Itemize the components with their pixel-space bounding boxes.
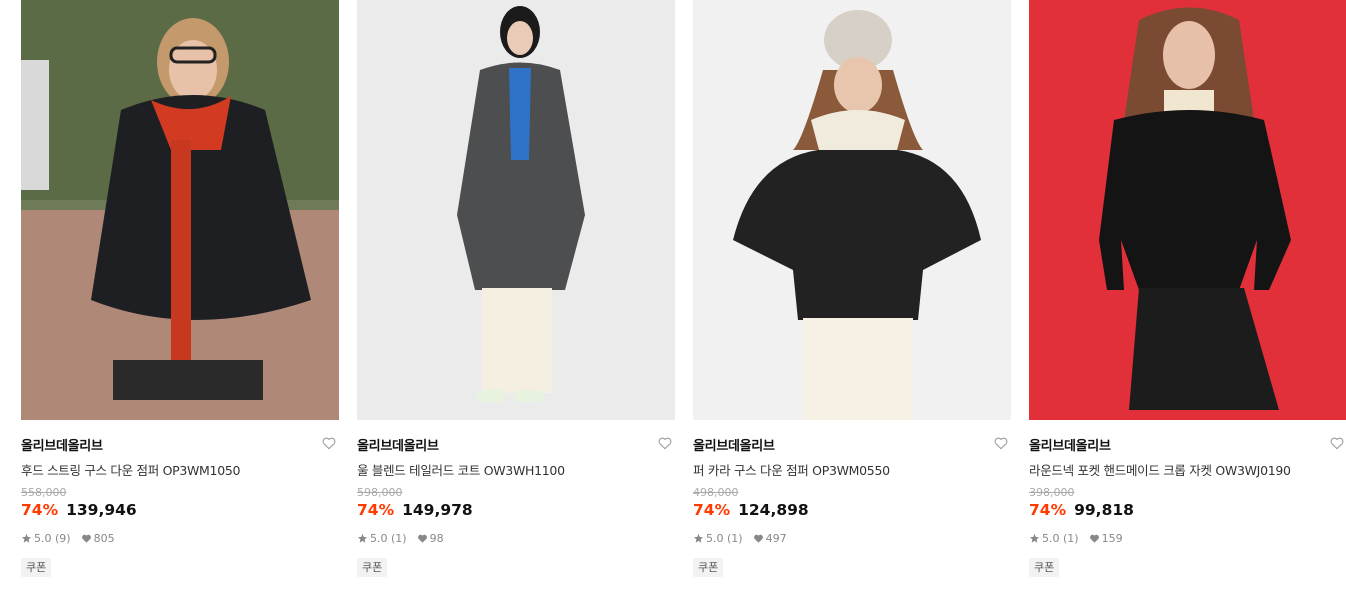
rating: 5.0 (1)	[706, 532, 743, 545]
rating: 5.0 (1)	[1042, 532, 1079, 545]
star-icon	[357, 533, 368, 543]
brand-name[interactable]: 올리브데올리브	[1029, 435, 1111, 454]
like-count: 805	[93, 532, 115, 545]
original-price: 398,000	[1029, 486, 1075, 499]
star-icon	[1029, 533, 1040, 543]
coupon-badge: 쿠폰	[693, 558, 724, 577]
product-grid: 올리브데올리브 후드 스트링 구스 다운 점퍼 OP3WM1050 558,00…	[21, 0, 1346, 590]
review-meta: 5.0 (1) 98	[357, 532, 444, 545]
discount-rate: 74%	[1029, 501, 1067, 519]
original-price: 558,000	[21, 486, 67, 499]
heart-outline-icon[interactable]	[321, 435, 337, 451]
review-meta: 5.0 (9) 805	[21, 532, 115, 545]
like-count: 98	[429, 532, 444, 545]
original-price: 598,000	[357, 486, 403, 499]
product-photo-fur-collar-jacket	[693, 0, 1011, 420]
star-icon	[693, 533, 704, 543]
product-photo-cropped-jacket	[1029, 0, 1346, 420]
like-count: 497	[765, 532, 787, 545]
heart-filled-icon	[81, 534, 91, 543]
heart-filled-icon	[753, 534, 763, 543]
price-row: 74% 139,946	[21, 501, 137, 519]
brand-name[interactable]: 올리브데올리브	[357, 435, 439, 454]
product-image[interactable]	[1029, 0, 1346, 420]
coupon-badge: 쿠폰	[1029, 558, 1060, 577]
coupon-badge: 쿠폰	[357, 558, 388, 577]
product-image[interactable]	[693, 0, 1011, 420]
product-card[interactable]: 올리브데올리브 라운드넥 포켓 핸드메이드 크롭 자켓 OW3WJ0190 39…	[1029, 0, 1346, 590]
product-name[interactable]: 후드 스트링 구스 다운 점퍼 OP3WM1050	[21, 460, 240, 479]
product-name[interactable]: 퍼 카라 구스 다운 점퍼 OP3WM0550	[693, 460, 890, 479]
product-card[interactable]: 올리브데올리브 퍼 카라 구스 다운 점퍼 OP3WM0550 498,000 …	[693, 0, 1011, 590]
review-meta: 5.0 (1) 159	[1029, 532, 1123, 545]
product-photo-tailored-coat	[357, 0, 675, 420]
discount-rate: 74%	[21, 501, 59, 519]
product-card[interactable]: 올리브데올리브 울 블렌드 테일러드 코트 OW3WH1100 598,000 …	[357, 0, 675, 590]
price-row: 74% 149,978	[357, 501, 473, 519]
review-meta: 5.0 (1) 497	[693, 532, 787, 545]
heart-outline-icon[interactable]	[993, 435, 1009, 451]
heart-outline-icon[interactable]	[1329, 435, 1345, 451]
star-icon	[21, 533, 32, 543]
price-row: 74% 124,898	[693, 501, 809, 519]
price-row: 74% 99,818	[1029, 501, 1134, 519]
sale-price: 149,978	[402, 501, 473, 519]
like-count: 159	[1101, 532, 1123, 545]
product-image[interactable]	[21, 0, 339, 420]
sale-price: 99,818	[1074, 501, 1134, 519]
rating: 5.0 (9)	[34, 532, 71, 545]
product-card[interactable]: 올리브데올리브 후드 스트링 구스 다운 점퍼 OP3WM1050 558,00…	[21, 0, 339, 590]
sale-price: 124,898	[738, 501, 809, 519]
heart-filled-icon	[417, 534, 427, 543]
heart-outline-icon[interactable]	[657, 435, 673, 451]
product-name[interactable]: 울 블렌드 테일러드 코트 OW3WH1100	[357, 460, 565, 479]
product-photo-down-jacket	[21, 0, 339, 420]
discount-rate: 74%	[357, 501, 395, 519]
rating: 5.0 (1)	[370, 532, 407, 545]
brand-name[interactable]: 올리브데올리브	[21, 435, 103, 454]
brand-name[interactable]: 올리브데올리브	[693, 435, 775, 454]
coupon-badge: 쿠폰	[21, 558, 52, 577]
product-name[interactable]: 라운드넥 포켓 핸드메이드 크롭 자켓 OW3WJ0190	[1029, 460, 1291, 479]
discount-rate: 74%	[693, 501, 731, 519]
product-image[interactable]	[357, 0, 675, 420]
heart-filled-icon	[1089, 534, 1099, 543]
sale-price: 139,946	[66, 501, 137, 519]
original-price: 498,000	[693, 486, 739, 499]
